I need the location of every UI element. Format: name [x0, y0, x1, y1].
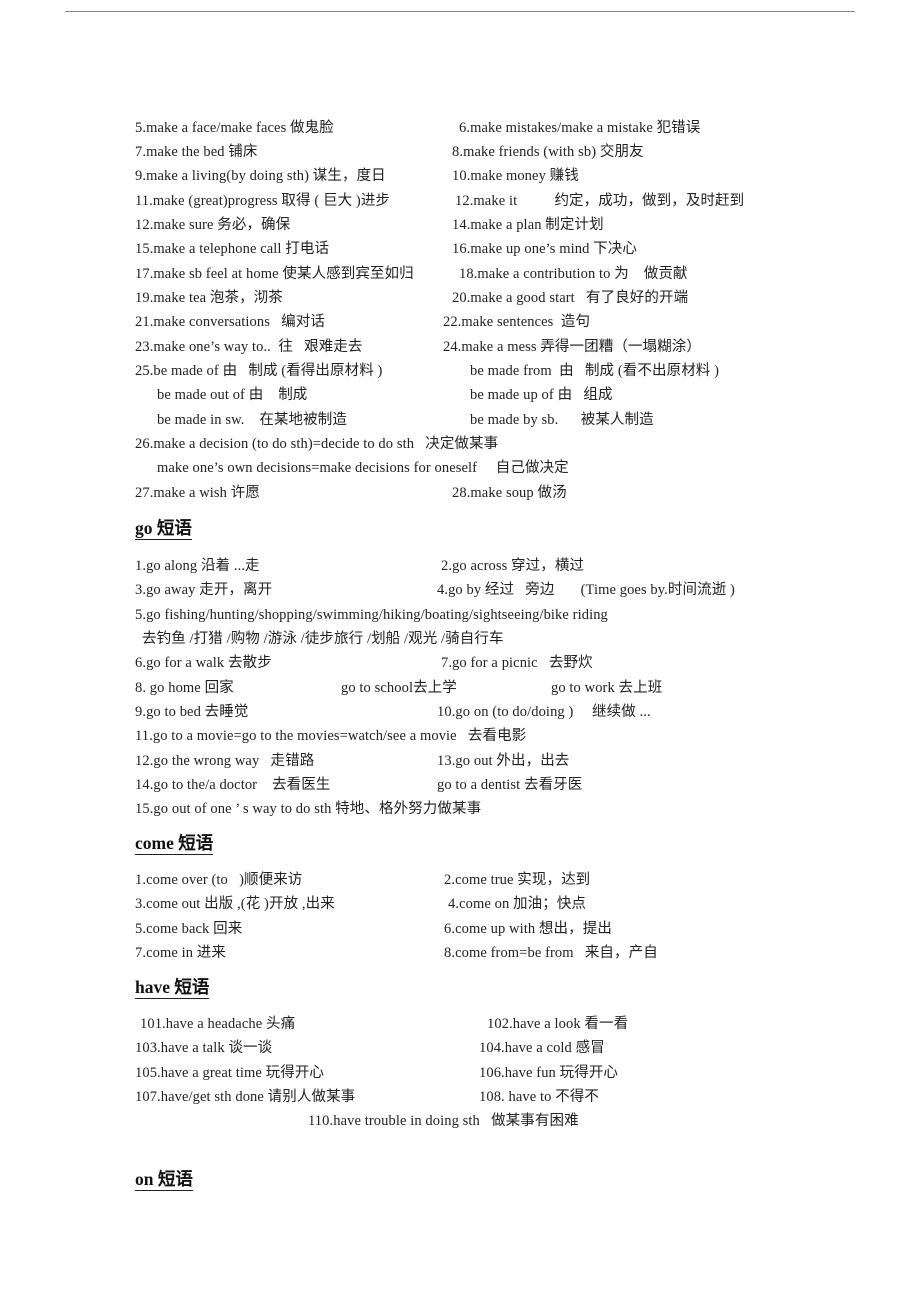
document-page: 5.make a face/make faces 做鬼脸 6.make mista…	[0, 0, 920, 1303]
go-phrase-left: 3.go away 走开，离开	[135, 582, 273, 598]
make-phrase-right: 22.make sentences 造句	[443, 314, 591, 330]
go-phrase-left: 6.go for a walk 去散步	[135, 655, 272, 671]
make-phrase-right: 14.make a plan 制定计划	[452, 217, 604, 233]
make-phrase-left: 9.make a living(by doing sth) 谋生，度日	[135, 168, 386, 184]
go-phrase-extra: go to work 去上班	[551, 680, 663, 696]
go-phrase-left: 11.go to a movie=go to the movies=watch/…	[135, 728, 527, 744]
go-phrase-left: 9.go to bed 去睡觉	[135, 704, 249, 720]
have-phrase-left: 103.have a talk 谈一谈	[135, 1040, 273, 1056]
go-phrase-right: 7.go for a picnic 去野炊	[441, 655, 593, 671]
come-phrase-right: 4.come on 加油；快点	[448, 896, 587, 912]
make-phrase-right: 18.make a contribution to 为 做贡献	[459, 266, 688, 282]
go-phrase-right: go to a dentist 去看牙医	[437, 777, 583, 793]
make-phrase-right: 8.make friends (with sb) 交朋友	[452, 144, 644, 160]
have-phrase-left: 107.have/get sth done 请别人做某事	[135, 1089, 356, 1105]
header-horizontal-rule	[65, 11, 855, 12]
make-phrase-left: 27.make a wish 许愿	[135, 485, 260, 501]
come-phrase-right: 2.come true 实现，达到	[444, 872, 591, 888]
make-phrase-left: 25.be made of 由 制成 (看得出原材料 )	[135, 363, 383, 379]
make-phrase-right: 28.make soup 做汤	[452, 485, 567, 501]
have-phrase-left: 105.have a great time 玩得开心	[135, 1065, 325, 1081]
make-phrase-right: 10.make money 赚钱	[452, 168, 579, 184]
go-phrase-left: 12.go the wrong way 走错路	[135, 753, 315, 769]
go-phrase-right: 4.go by 经过 旁边 (Time goes by.时间流逝 )	[437, 582, 735, 598]
have-phrase-right: 102.have a look 看一看	[487, 1016, 629, 1032]
make-phrase-right: be made from 由 制成 (看不出原材料 )	[470, 363, 720, 379]
make-phrase-right: 6.make mistakes/make a mistake 犯错误	[459, 120, 701, 136]
section-heading-on: on 短语	[135, 1169, 193, 1191]
go-phrase-left: 8. go home 回家	[135, 680, 234, 696]
have-phrase-left: 101.have a headache 头痛	[140, 1016, 296, 1032]
section-heading-come: come 短语	[135, 833, 214, 855]
make-phrase-right: 16.make up one’s mind 下决心	[452, 241, 637, 257]
go-phrase-left: 14.go to the/a doctor 去看医生	[135, 777, 331, 793]
come-phrase-right: 6.come up with 想出，提出	[444, 921, 612, 937]
go-phrase-right: 10.go on (to do/doing ) 继续做 ...	[437, 704, 651, 720]
come-phrase-left: 1.come over (to )顺便来访	[135, 872, 303, 888]
come-phrase-left: 7.come in 进来	[135, 945, 227, 961]
make-phrase-left: 11.make (great)progress 取得 ( 巨大 )进步	[135, 193, 391, 209]
make-phrase-left: make one’s own decisions=make decisions …	[157, 460, 569, 476]
come-phrase-right: 8.come from=be from 来自，产自	[444, 945, 658, 961]
go-phrase-left: 15.go out of one ’ s way to do sth 特地、格外…	[135, 801, 482, 817]
make-phrase-left: 21.make conversations 编对话	[135, 314, 325, 330]
have-phrase-right: 108. have to 不得不	[479, 1089, 599, 1105]
make-phrase-left: 15.make a telephone call 打电话	[135, 241, 330, 257]
make-phrase-right: 24.make a mess 弄得一团糟（一塌糊涂）	[443, 339, 701, 355]
make-phrase-left: 5.make a face/make faces 做鬼脸	[135, 120, 334, 136]
make-phrase-left: 17.make sb feel at home 使某人感到宾至如归	[135, 266, 414, 282]
section-heading-go: go 短语	[135, 518, 192, 540]
make-phrase-left: be made in sw. 在某地被制造	[157, 412, 347, 428]
come-phrase-left: 5.come back 回来	[135, 921, 243, 937]
section-heading-have: have 短语	[135, 977, 210, 999]
have-phrase-right: 104.have a cold 感冒	[479, 1040, 605, 1056]
come-phrase-left: 3.come out 出版 ,(花 )开放 ,出来	[135, 896, 335, 912]
make-phrase-right: be made up of 由 组成	[470, 387, 613, 403]
go-phrase-right: 13.go out 外出，出去	[437, 753, 570, 769]
make-phrase-left: be made out of 由 制成	[157, 387, 308, 403]
have-phrase-right: 106.have fun 玩得开心	[479, 1065, 619, 1081]
make-phrase-left: 23.make one’s way to.. 往 艰难走去	[135, 339, 363, 355]
make-phrase-left: 19.make tea 泡茶，沏茶	[135, 290, 283, 306]
go-phrase-left: 5.go fishing/hunting/shopping/swimming/h…	[135, 607, 608, 623]
have-phrase-left: 110.have trouble in doing sth 做某事有困难	[308, 1113, 579, 1129]
make-phrase-right: 12.make it 约定，成功，做到，及时赶到	[455, 193, 745, 209]
make-phrase-right: 20.make a good start 有了良好的开端	[452, 290, 689, 306]
go-phrase-left: 1.go along 沿着 ...走	[135, 558, 260, 574]
make-phrase-left: 26.make a decision (to do sth)=decide to…	[135, 436, 499, 452]
make-phrase-left: 7.make the bed 铺床	[135, 144, 258, 160]
go-phrase-extra: go to school去上学	[341, 680, 457, 696]
go-phrase-right: 2.go across 穿过，横过	[441, 558, 585, 574]
go-phrase-left: 去钓鱼 /打猎 /购物 /游泳 /徒步旅行 /划船 /观光 /骑自行车	[142, 631, 504, 647]
make-phrase-left: 12.make sure 务必，确保	[135, 217, 291, 233]
make-phrase-right: be made by sb. 被某人制造	[470, 412, 654, 428]
